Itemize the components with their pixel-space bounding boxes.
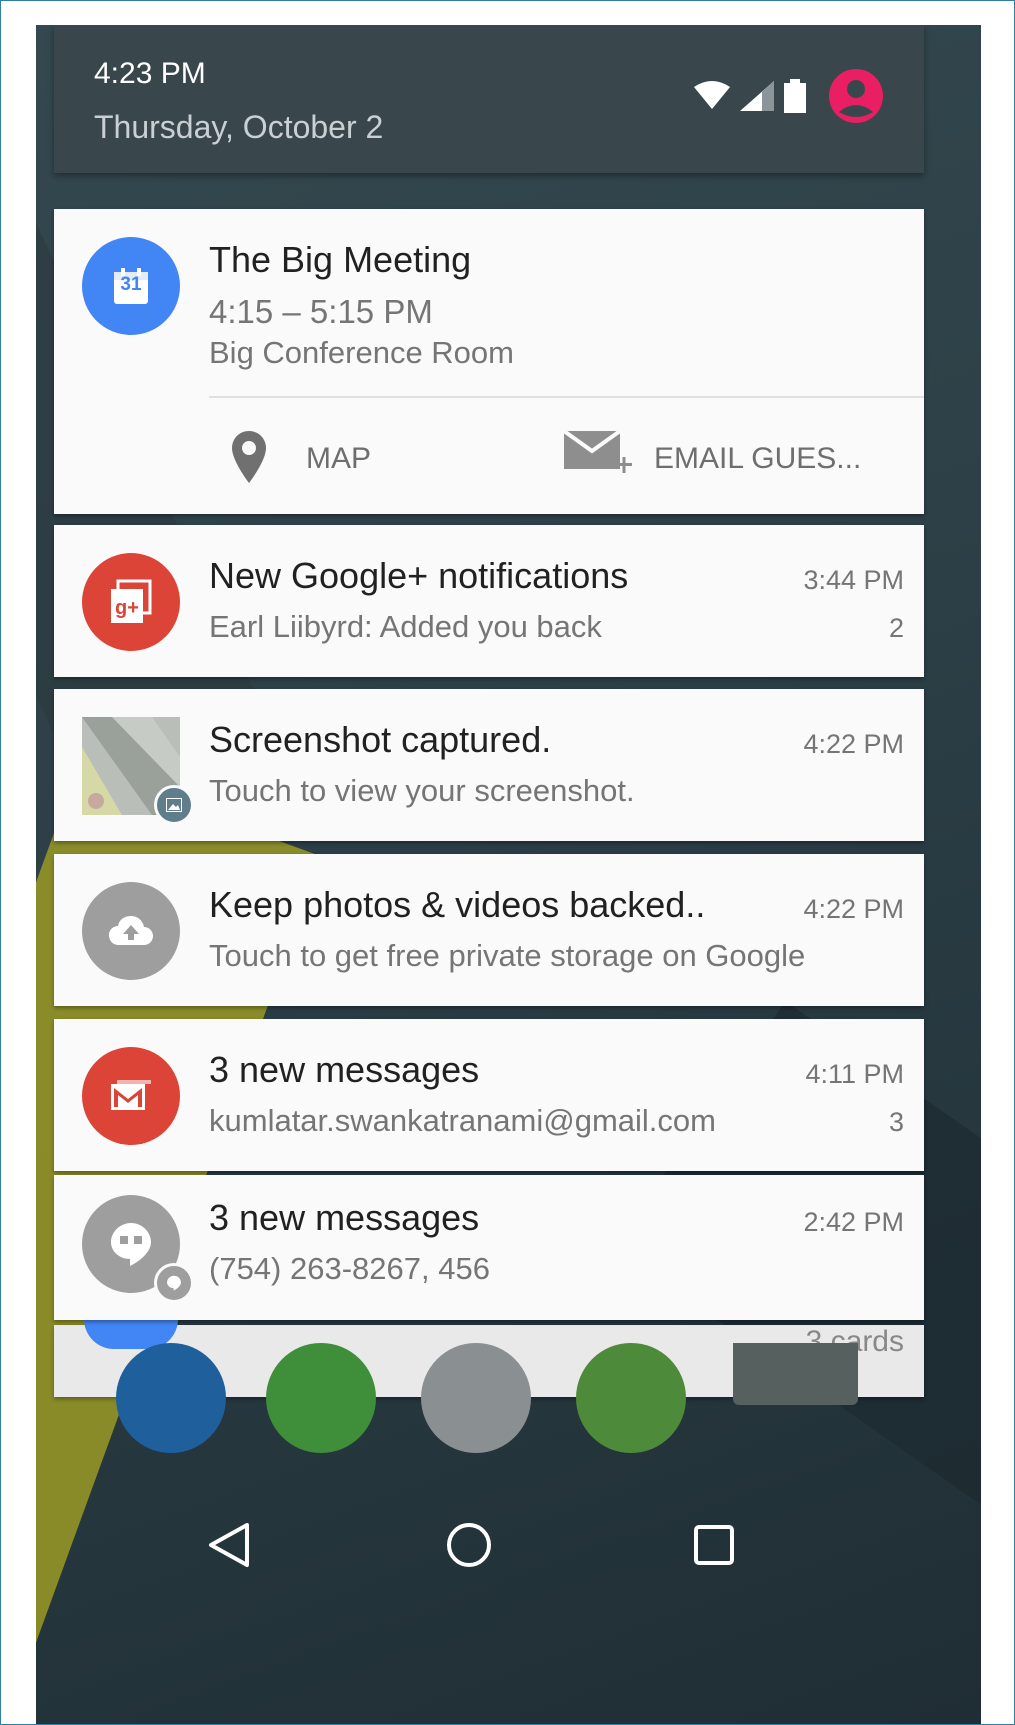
wifi-icon xyxy=(694,80,730,116)
notification-photos-backup[interactable]: Keep photos & videos backed.. 4:22 PM To… xyxy=(54,854,924,1006)
clock-time: 4:23 PM xyxy=(94,57,206,90)
map-label: MAP xyxy=(306,442,372,475)
email-guests-label: EMAIL GUES... xyxy=(654,442,862,475)
notification-hangouts[interactable]: 3 new messages 2:42 PM (754) 263-8267, 4… xyxy=(54,1175,924,1320)
notification-time: 2:42 PM xyxy=(803,1207,904,1237)
gmail-icon xyxy=(82,1047,180,1145)
notification-title: 3 new messages xyxy=(209,1197,480,1238)
calendar-icon: 31 xyxy=(82,237,180,335)
google-plus-icon: g+ xyxy=(82,553,180,651)
divider xyxy=(209,396,924,398)
notification-title: New Google+ notifications xyxy=(209,555,629,596)
email-add-icon xyxy=(562,427,636,492)
event-time-range: 4:15 – 5:15 PM xyxy=(209,293,433,330)
notification-text: Touch to get free private storage on Goo… xyxy=(209,938,806,973)
notification-time: 4:11 PM xyxy=(805,1059,904,1089)
notification-time: 4:22 PM xyxy=(803,729,904,759)
notification-title: 3 new messages xyxy=(209,1049,480,1090)
notification-google-plus[interactable]: g+ New Google+ notifications 3:44 PM Ear… xyxy=(54,525,924,677)
calendar-notification[interactable]: 31 The Big Meeting 4:15 – 5:15 PM Big Co… xyxy=(54,209,924,514)
notification-count: 3 xyxy=(888,1107,904,1137)
cell-signal-icon xyxy=(740,80,774,116)
notification-time: 3:44 PM xyxy=(803,565,904,595)
status-icons xyxy=(694,68,884,123)
notification-time: 4:22 PM xyxy=(803,894,904,924)
notification-text: Earl Liibyrd: Added you back xyxy=(209,609,602,644)
hangouts-badge-icon xyxy=(154,1263,194,1303)
account-icon[interactable] xyxy=(828,68,884,129)
gallery-badge-icon xyxy=(154,785,194,825)
dock-app-icon[interactable] xyxy=(266,1343,376,1453)
calendar-day: 31 xyxy=(120,274,142,295)
notification-screenshot[interactable]: Screenshot captured. 4:22 PM Touch to vi… xyxy=(54,689,924,841)
map-button[interactable]: MAP xyxy=(232,409,371,509)
home-icon[interactable] xyxy=(439,1515,499,1575)
map-pin-icon xyxy=(232,430,266,488)
navigation-bar xyxy=(36,1465,981,1615)
svg-text:g+: g+ xyxy=(115,597,139,619)
notification-title: Screenshot captured. xyxy=(209,719,552,760)
phone-screen: 4:23 PM Thursday, October 2 31 The Big M… xyxy=(36,25,981,1724)
notification-title: Keep photos & videos backed.. xyxy=(209,884,706,925)
back-icon[interactable] xyxy=(199,1515,259,1575)
current-date: Thursday, October 2 xyxy=(94,109,384,145)
event-location: Big Conference Room xyxy=(209,335,514,370)
dock-app-icon[interactable] xyxy=(576,1343,686,1453)
notification-gmail[interactable]: 3 new messages 4:11 PM kumlatar.swankatr… xyxy=(54,1019,924,1171)
notification-text: Touch to view your screenshot. xyxy=(209,773,635,808)
notification-title: The Big Meeting xyxy=(209,239,472,280)
notification-count: 2 xyxy=(888,613,904,643)
email-guests-button[interactable]: EMAIL GUES... xyxy=(562,409,862,509)
quick-settings-header[interactable]: 4:23 PM Thursday, October 2 xyxy=(54,25,924,173)
notification-text: kumlatar.swankatranami@gmail.com xyxy=(209,1103,716,1138)
dock-app-icon[interactable] xyxy=(733,1343,858,1405)
notification-text: (754) 263-8267, 456 xyxy=(209,1251,490,1286)
dock-app-icon[interactable] xyxy=(116,1343,226,1453)
cloud-upload-icon xyxy=(82,882,180,980)
dock-app-icon[interactable] xyxy=(421,1343,531,1453)
battery-icon xyxy=(784,78,806,118)
screenshot-frame: 4:23 PM Thursday, October 2 31 The Big M… xyxy=(0,0,1015,1725)
recents-icon[interactable] xyxy=(684,1515,744,1575)
